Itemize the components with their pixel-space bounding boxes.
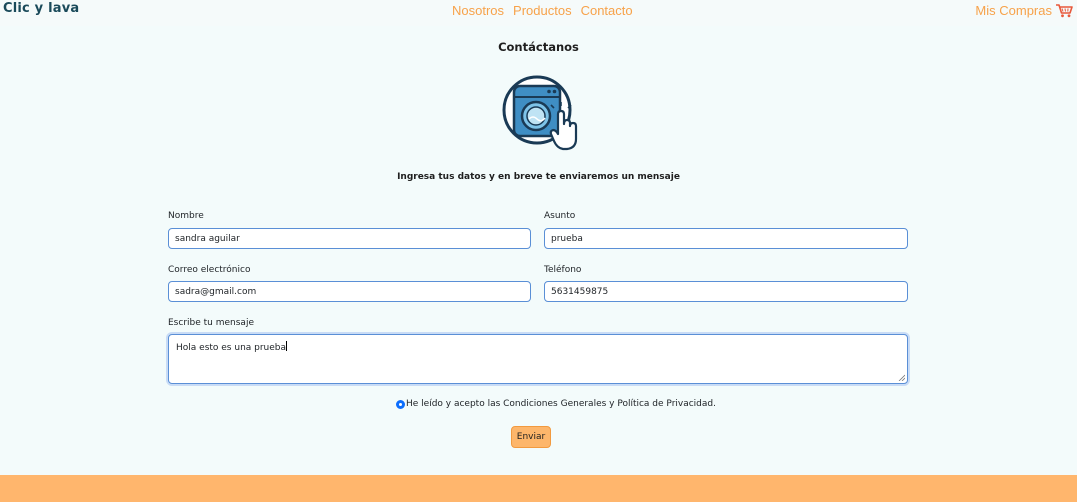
form-subtitle: Ingresa tus datos y en breve te enviarem… — [397, 172, 680, 182]
message-label: Escribe tu mensaje — [168, 318, 254, 328]
cart-link[interactable]: Mis Compras — [975, 3, 1073, 18]
shopping-cart-icon[interactable] — [1055, 3, 1073, 18]
submit-button[interactable]: Enviar — [511, 426, 551, 448]
nav-link-contacto[interactable]: Contacto — [581, 3, 633, 18]
consent-radio[interactable] — [396, 399, 405, 409]
navbar: Clic y lava Nosotros Productos Contacto … — [0, 0, 1077, 26]
consent-label[interactable]: He leído y acepto las Condiciones Genera… — [406, 399, 716, 409]
phone-input[interactable]: 5631459875 — [544, 281, 908, 302]
name-input[interactable]: sandra aguilar — [168, 228, 531, 249]
message-text: Hola esto es una prueba — [176, 343, 287, 353]
nav-links: Nosotros Productos Contacto — [452, 3, 633, 18]
resize-handle-icon[interactable] — [898, 374, 905, 381]
subject-label: Asunto — [544, 211, 576, 221]
subject-input[interactable]: prueba — [544, 228, 908, 249]
email-input[interactable]: sadra@gmail.com — [168, 281, 531, 302]
washing-machine-click-icon — [502, 75, 578, 151]
cart-label[interactable]: Mis Compras — [975, 3, 1052, 18]
consent-row[interactable]: He leído y acepto las Condiciones Genera… — [396, 399, 716, 409]
email-label: Correo electrónico — [168, 265, 251, 275]
phone-label: Teléfono — [544, 265, 582, 275]
text-caret — [286, 341, 288, 351]
footer-bar — [0, 475, 1077, 502]
message-textarea[interactable]: Hola esto es una prueba — [168, 334, 908, 384]
nav-link-nosotros[interactable]: Nosotros — [452, 3, 504, 18]
name-label: Nombre — [168, 211, 204, 221]
page-title: Contáctanos — [498, 40, 579, 54]
brand-logo[interactable]: Clic y lava — [3, 1, 79, 16]
nav-link-productos[interactable]: Productos — [513, 3, 572, 18]
